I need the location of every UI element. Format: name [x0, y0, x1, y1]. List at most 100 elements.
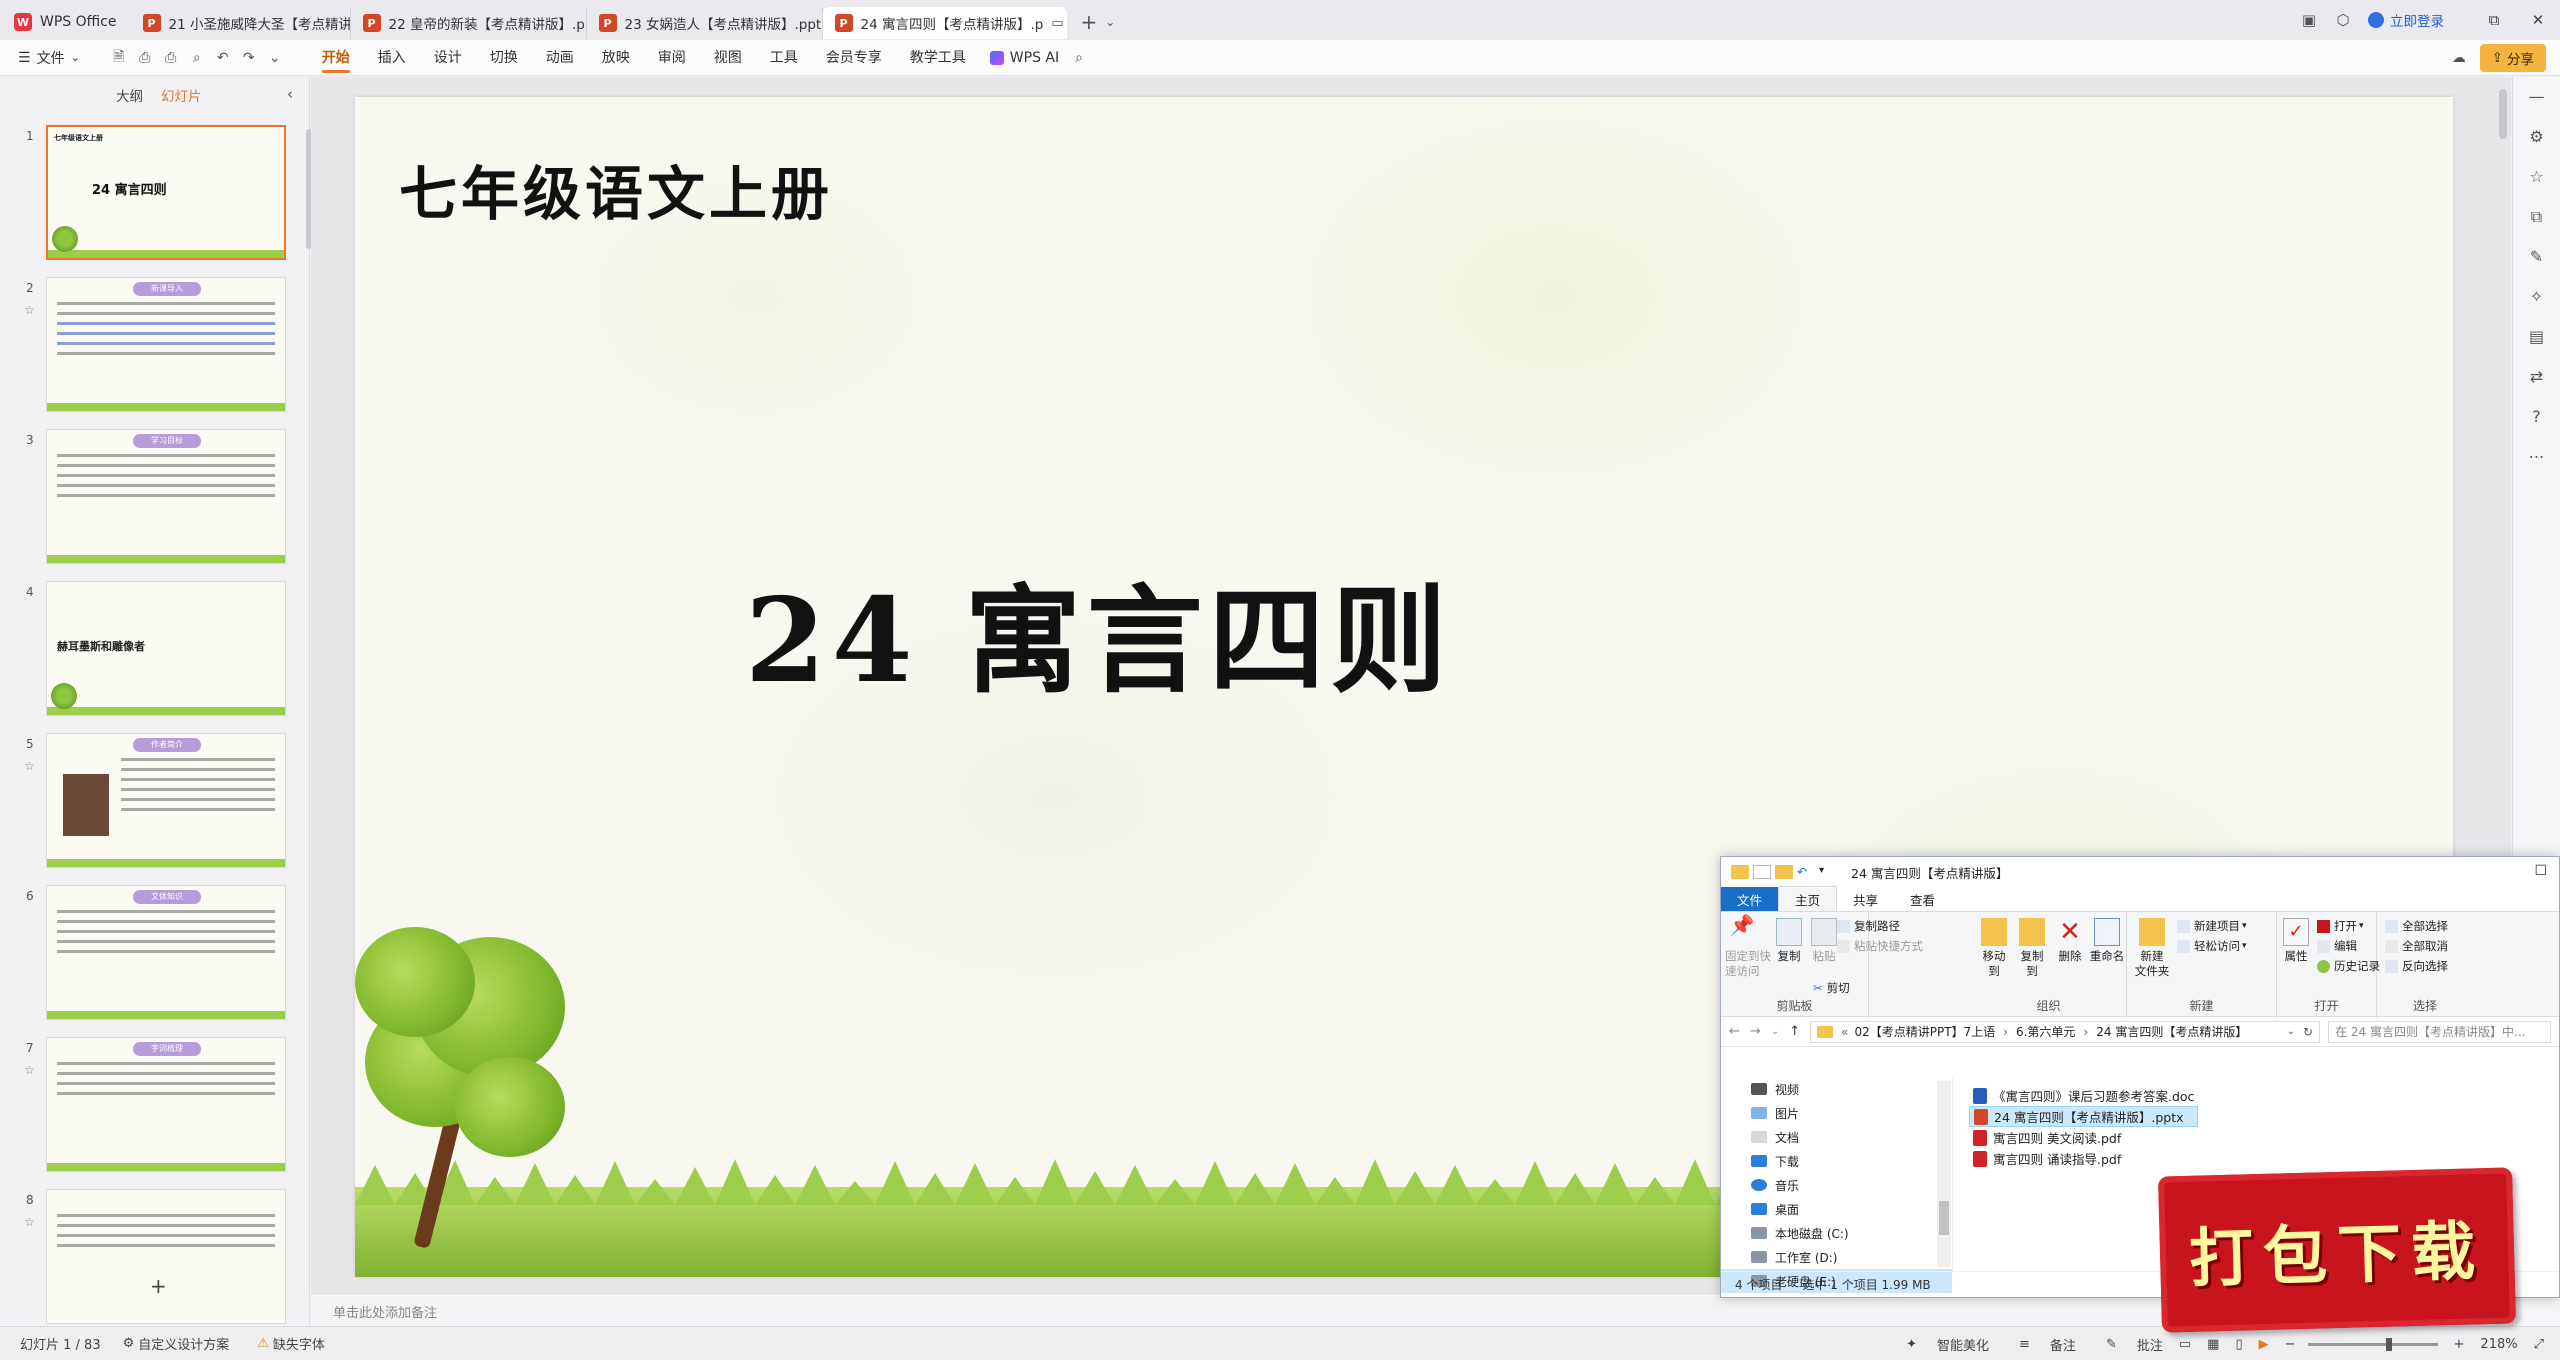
wps-ai-button[interactable]: WPS AI: [980, 50, 1069, 66]
refresh-icon[interactable]: ↻: [2303, 1025, 2313, 1039]
explorer-tab-file[interactable]: 文件: [1721, 886, 1779, 912]
explorer-tab-view[interactable]: 查看: [1894, 887, 1951, 912]
copy-button[interactable]: 复制: [1775, 918, 1803, 964]
ribbon-tab-design[interactable]: 设计: [420, 40, 476, 76]
ribbon-tab-teaching-tools[interactable]: 教学工具: [896, 40, 980, 76]
normal-view-icon[interactable]: ▭: [2179, 1337, 2191, 1352]
rename-button[interactable]: 重命名: [2089, 918, 2125, 964]
explorer-tab-share[interactable]: 共享: [1837, 887, 1894, 912]
thumbnail-row[interactable]: 7 ☆ 字词梳理: [0, 1037, 310, 1177]
download-package-banner[interactable]: 打包下载: [2158, 1167, 2516, 1333]
magic-icon[interactable]: ✧: [2513, 277, 2560, 317]
star-icon[interactable]: ☆: [24, 1063, 35, 1077]
nav-item-documents[interactable]: 文档: [1721, 1125, 1952, 1149]
missing-font-button[interactable]: ⚠ 缺失字体: [257, 1334, 325, 1353]
doc-tab-1[interactable]: P 21 小圣施威降大圣【考点精讲版】.p: [131, 7, 351, 39]
monitor-icon[interactable]: ▭: [1051, 16, 1063, 31]
star-icon[interactable]: ☆: [24, 1215, 35, 1229]
overflow-chevron-icon[interactable]: «: [1841, 1025, 1848, 1039]
wps-home-tab[interactable]: W WPS Office: [0, 6, 131, 38]
thumbnail-row[interactable]: 1 七年级语文上册 24 寓言四则: [0, 125, 310, 265]
nav-item-videos[interactable]: 视频: [1721, 1077, 1952, 1101]
reading-view-icon[interactable]: ▯: [2235, 1337, 2242, 1352]
file-item-selected[interactable]: 24 寓言四则【考点精讲版】.pptx: [1969, 1106, 2199, 1127]
notes-toggle-button[interactable]: ≡ 备注: [2003, 1335, 2076, 1354]
ribbon-tab-insert[interactable]: 插入: [364, 40, 420, 76]
paste-button[interactable]: 粘贴: [1809, 918, 1839, 964]
nav-item-desktop[interactable]: 桌面: [1721, 1197, 1952, 1221]
slide-sorter-icon[interactable]: ▦: [2207, 1337, 2219, 1352]
nav-scroll-thumb[interactable]: [1939, 1201, 1949, 1235]
zoom-slider[interactable]: [2307, 1337, 2438, 1351]
redo-icon[interactable]: ↷: [236, 50, 262, 66]
thumbnail-row[interactable]: 3 学习目标: [0, 429, 310, 569]
cube-icon[interactable]: ⬡: [2326, 11, 2360, 29]
qa-chevron-icon[interactable]: ▾: [1819, 865, 1837, 879]
easy-access-button[interactable]: 轻松访问 ▾: [2177, 938, 2247, 954]
move-to-button[interactable]: 移动到: [1977, 918, 2011, 979]
breadcrumb-segment[interactable]: 02【考点精讲PPT】7上语: [1854, 1023, 1995, 1040]
ribbon-tab-transitions[interactable]: 切换: [476, 40, 532, 76]
comments-toggle-button[interactable]: ✎ 批注: [2090, 1335, 2163, 1354]
undo-icon[interactable]: ↶: [210, 50, 236, 66]
breadcrumb-segment[interactable]: 6.第六单元: [2016, 1023, 2075, 1040]
search-icon[interactable]: ⌕: [1075, 50, 1083, 66]
copy-icon[interactable]: ⧉: [2513, 197, 2560, 237]
nav-item-music[interactable]: 音乐: [1721, 1173, 1952, 1197]
slide-main-heading[interactable]: 24 寓言四则: [745, 547, 1453, 715]
ribbon-tab-tools[interactable]: 工具: [756, 40, 812, 76]
play-slideshow-icon[interactable]: ▶: [2259, 1337, 2269, 1352]
fit-window-icon[interactable]: ⤢: [2534, 1337, 2544, 1352]
address-bar[interactable]: « 02【考点精讲PPT】7上语 › 6.第六单元 › 24 寓言四则【考点精讲…: [1810, 1020, 2321, 1043]
nav-item-drive-c[interactable]: 本地磁盘 (C:): [1721, 1221, 1952, 1245]
up-arrow-icon[interactable]: ↑: [1789, 1024, 1800, 1039]
properties-icon[interactable]: [1753, 865, 1771, 879]
slide-thumbnail[interactable]: 文体知识: [46, 885, 286, 1020]
print-preview-icon[interactable]: ⌕: [184, 50, 210, 66]
slide-thumbnail[interactable]: 赫耳墨斯和雕像者: [46, 581, 286, 716]
slide-thumbnail[interactable]: 学习目标: [46, 429, 286, 564]
more-icon[interactable]: ⋯: [2513, 437, 2560, 477]
ribbon-tab-member[interactable]: 会员专享: [812, 40, 896, 76]
add-slide-plus-icon[interactable]: +: [150, 1274, 167, 1298]
select-all-button[interactable]: 全部选择: [2385, 918, 2448, 934]
select-none-button[interactable]: 全部取消: [2385, 938, 2448, 954]
cut-button[interactable]: ✂ 剪切: [1813, 980, 1850, 996]
file-menu-button[interactable]: ☰ 文件 ⌄: [0, 48, 90, 68]
invert-selection-button[interactable]: 反向选择: [2385, 958, 2448, 974]
star-icon[interactable]: ☆: [24, 303, 35, 317]
zoom-out-icon[interactable]: −: [2285, 1337, 2296, 1352]
undo-icon[interactable]: ↶: [1797, 865, 1815, 879]
nav-scrollbar[interactable]: [1937, 1081, 1951, 1267]
nav-item-pictures[interactable]: 图片: [1721, 1101, 1952, 1125]
paste-shortcut-button[interactable]: 粘贴快捷方式: [1837, 938, 1923, 954]
ribbon-tab-view[interactable]: 视图: [700, 40, 756, 76]
delete-button[interactable]: ✕ 删除: [2055, 918, 2085, 964]
ribbon-tab-review[interactable]: 审阅: [644, 40, 700, 76]
brush-icon[interactable]: ✎: [2513, 237, 2560, 277]
recent-chevron-icon[interactable]: ⌄: [1771, 1026, 1779, 1037]
share-button[interactable]: ⇪ 分享: [2479, 44, 2546, 72]
help-icon[interactable]: ?: [2513, 397, 2560, 437]
zoom-slider-knob[interactable]: [2385, 1337, 2392, 1351]
thumbnail-row[interactable]: 8 ☆: [0, 1189, 310, 1329]
properties-button[interactable]: ✓ 属性: [2281, 918, 2311, 964]
slide-title[interactable]: 七年级语文上册: [399, 147, 833, 231]
ribbon-tab-slideshow[interactable]: 放映: [588, 40, 644, 76]
thumbnail-row[interactable]: 5 ☆ 作者简介: [0, 733, 310, 873]
history-button[interactable]: 历史记录: [2317, 958, 2380, 974]
file-item[interactable]: 寓言四则 诵读指导.pdf: [1969, 1148, 2198, 1169]
window-layout-icon[interactable]: ▣: [2292, 11, 2326, 29]
print-icon[interactable]: ⎙: [158, 50, 184, 66]
doc-tab-2[interactable]: P 22 皇帝的新装【考点精讲版】.pptx: [351, 7, 587, 39]
star-icon[interactable]: ☆: [24, 759, 35, 773]
zoom-level[interactable]: 218%: [2480, 1337, 2517, 1352]
zoom-in-icon[interactable]: +: [2454, 1337, 2465, 1352]
new-item-button[interactable]: 新建项目 ▾: [2177, 918, 2247, 934]
thumbnail-row[interactable]: 6 文体知识: [0, 885, 310, 1025]
pin-quick-access-button[interactable]: 📌 固定到快 速访问: [1725, 915, 1771, 979]
new-folder-button[interactable]: 新建 文件夹: [2133, 918, 2171, 979]
thumbnail-row[interactable]: 2 ☆ 新课导入: [0, 277, 310, 417]
custom-design-button[interactable]: ⚙ 自定义设计方案: [123, 1334, 230, 1353]
slide-thumbnail[interactable]: [46, 1189, 286, 1324]
